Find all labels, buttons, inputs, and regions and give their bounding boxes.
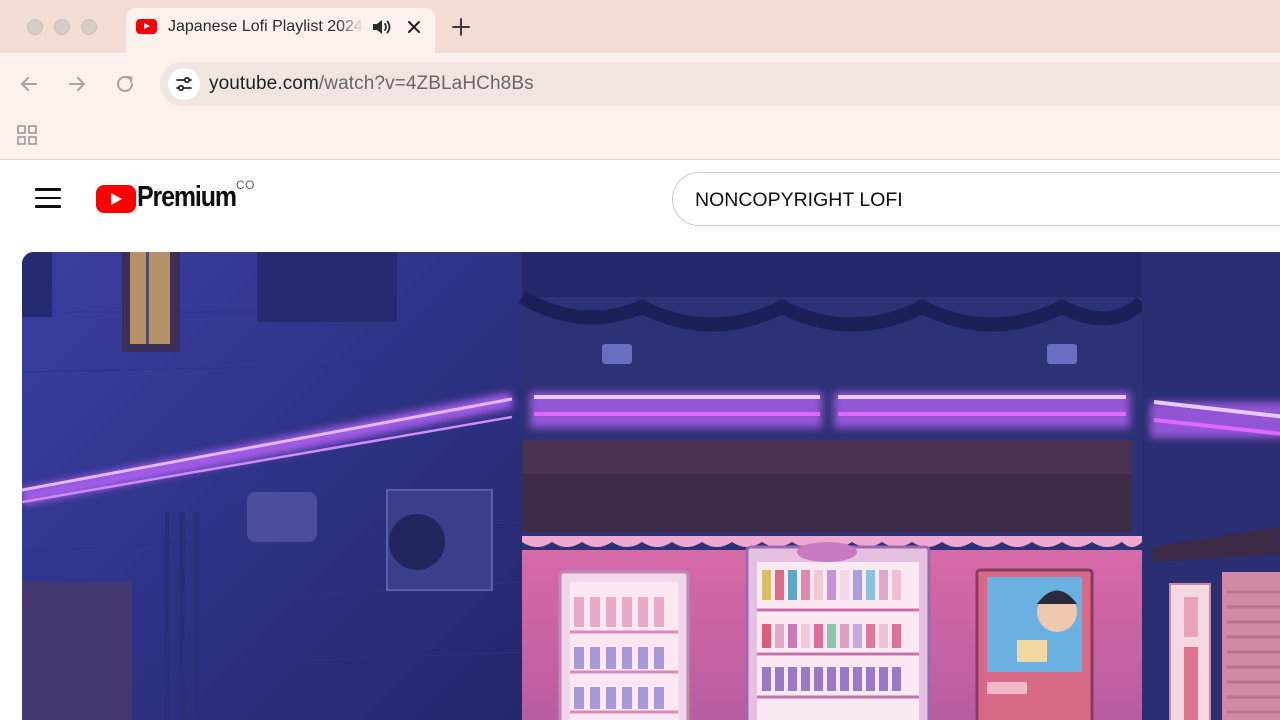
tune-icon: [176, 76, 192, 92]
arrow-left-icon[interactable]: [17, 72, 41, 96]
site-info-button[interactable]: [168, 68, 200, 100]
address-bar[interactable]: youtube.com/watch?v=4ZBLaHCh8Bs: [160, 62, 1280, 106]
tab-strip: Japanese Lofi Playlist 2024: [0, 0, 1280, 53]
arrow-right-icon[interactable]: [65, 72, 89, 96]
close-icon[interactable]: [404, 17, 424, 37]
tab-title: Japanese Lofi Playlist 2024: [168, 18, 364, 36]
search-query: NONCOPYRIGHT LOFI: [695, 189, 903, 211]
youtube-favicon-icon: [136, 19, 157, 34]
browser-toolbar: youtube.com/watch?v=4ZBLaHCh8Bs: [0, 53, 1280, 115]
video-player[interactable]: [22, 252, 1280, 720]
window-minimize-button[interactable]: [54, 19, 70, 35]
video-frame-illustration: [22, 252, 1280, 720]
url-text[interactable]: youtube.com/watch?v=4ZBLaHCh8Bs: [209, 73, 534, 95]
apps-grid-icon[interactable]: [17, 125, 37, 145]
url-host: youtube.com: [209, 73, 319, 94]
youtube-wordmark[interactable]: Premium: [137, 181, 237, 214]
plus-icon[interactable]: [449, 15, 473, 39]
browser-tab-active[interactable]: Japanese Lofi Playlist 2024: [126, 8, 435, 53]
window-zoom-button[interactable]: [81, 19, 97, 35]
speaker-icon[interactable]: [370, 17, 392, 37]
country-code: CO: [236, 178, 255, 192]
reload-icon[interactable]: [113, 72, 137, 96]
url-path: /watch?v=4ZBLaHCh8Bs: [318, 73, 534, 94]
youtube-play-icon[interactable]: [96, 185, 136, 213]
search-input[interactable]: NONCOPYRIGHT LOFI: [672, 172, 1280, 226]
bookmarks-bar: [0, 115, 1280, 160]
youtube-masthead: Premium CO NONCOPYRIGHT LOFI: [0, 161, 1280, 237]
window-close-button[interactable]: [27, 19, 43, 35]
hamburger-menu-icon[interactable]: [35, 188, 61, 208]
